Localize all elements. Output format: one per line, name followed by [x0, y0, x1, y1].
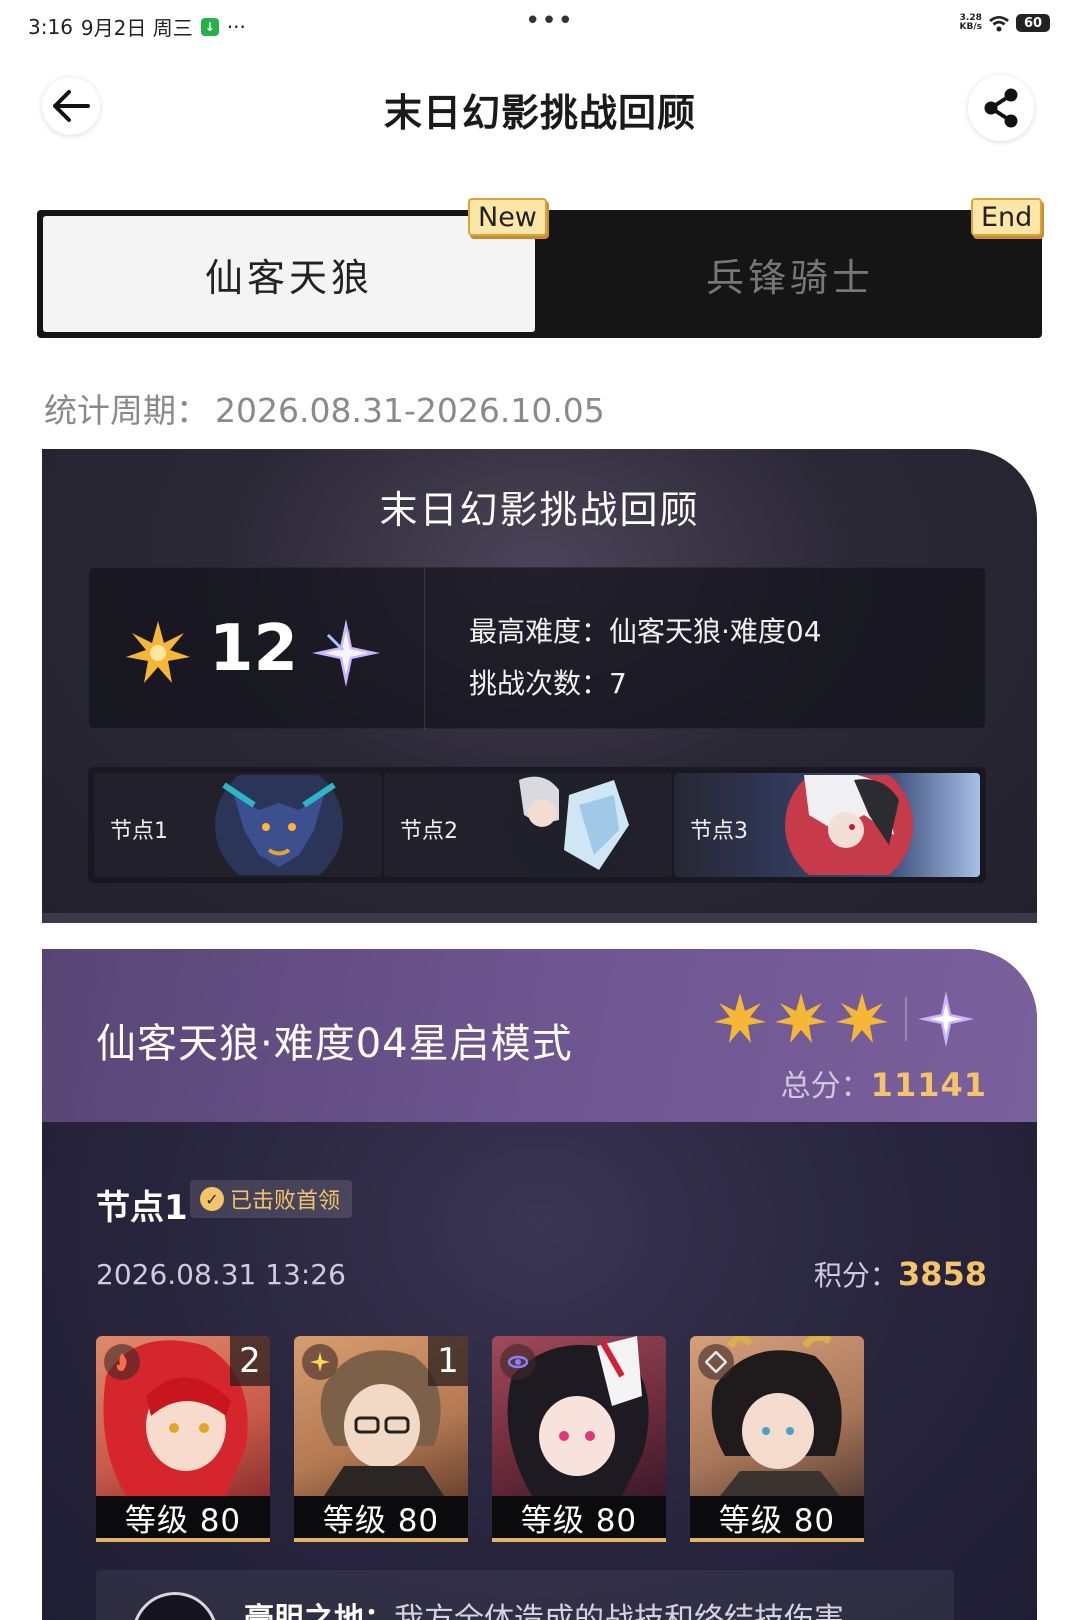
- max-difficulty-label: 最高难度：: [469, 615, 610, 648]
- eidolon-level: 2: [230, 1336, 270, 1386]
- tab-label: 兵锋骑士: [705, 255, 874, 300]
- new-badge: New: [468, 198, 547, 236]
- star-rating: [714, 991, 974, 1047]
- detail-header: 仙客天狼·难度04星启模式 总分：11141: [42, 949, 1037, 1122]
- detail-title: 仙客天狼·难度04星启模式: [96, 1021, 573, 1067]
- node-2-card[interactable]: 节点2: [384, 773, 672, 877]
- tab-bingfeng-qishi[interactable]: 兵锋骑士: [545, 216, 1035, 332]
- buff-text: 豪胆之地：我方全体造成的战技和终结技伤害: [244, 1594, 844, 1620]
- buff-desc: 我方全体造成的战技和终结技伤害: [394, 1602, 844, 1620]
- node-score-label: 积分：: [813, 1259, 898, 1292]
- character-level: 等级 80: [294, 1496, 468, 1539]
- status-date: 9月2日 周三: [80, 16, 193, 40]
- tab-label: 仙客天狼: [204, 255, 373, 300]
- character-card[interactable]: 2 等级 80: [96, 1336, 270, 1542]
- stars-count: 12: [209, 612, 299, 686]
- period-value: 2026.08.31-2026.10.05: [215, 391, 605, 430]
- stats-box: 12 最高难度：仙客天狼·难度04 挑战次数：7: [88, 567, 986, 730]
- status-bar: 3:16 9月2日 周三 ↓ ··· ••• 3.28 KB/s 60: [0, 0, 1080, 50]
- buff-name: 豪胆之地：: [244, 1602, 394, 1620]
- summary-card: 末日幻影挑战回顾 12 最高难度：仙客天狼·难度04 挑战次数：7 节点1 节点…: [42, 449, 1037, 923]
- crystal-star-icon: [312, 619, 380, 687]
- total-score: 总分：11141: [781, 1061, 987, 1105]
- node-title: 节点1: [96, 1188, 188, 1228]
- net-speed-unit: KB/s: [959, 22, 982, 32]
- wifi-icon: [989, 16, 1009, 32]
- node-label: 节点3: [690, 819, 748, 844]
- status-more: ···: [226, 14, 246, 39]
- battery-indicator: 60: [1016, 14, 1050, 32]
- node-score-value: 3858: [897, 1255, 987, 1293]
- node-label: 节点2: [400, 819, 458, 844]
- character-level: 等级 80: [690, 1496, 864, 1539]
- end-badge: End: [971, 198, 1043, 236]
- node-label: 节点1: [110, 819, 168, 844]
- character-card[interactable]: 等级 80: [690, 1336, 864, 1542]
- buff-icon: [132, 1592, 218, 1620]
- detail-card: 仙客天狼·难度04星启模式 总分：11141 节点1 ✓ 已击败首领 2026.…: [42, 949, 1037, 1620]
- character-portrait: 2: [96, 1336, 270, 1496]
- boss-defeated-tag: ✓ 已击败首领: [190, 1180, 353, 1218]
- character-level: 等级 80: [96, 1496, 270, 1539]
- share-icon: [984, 88, 1018, 128]
- total-score-value: 11141: [870, 1066, 987, 1104]
- character-portrait: [690, 1336, 864, 1496]
- character-level: 等级 80: [492, 1496, 666, 1539]
- status-left: 3:16 9月2日 周三 ↓ ···: [28, 12, 246, 41]
- character-portrait: [492, 1336, 666, 1496]
- node-1-card[interactable]: 节点1: [94, 773, 382, 877]
- download-icon: ↓: [200, 17, 219, 36]
- crystal-star-icon: [918, 991, 974, 1047]
- fire-element-icon: [104, 1344, 140, 1380]
- status-right: 3.28 KB/s 60: [960, 14, 1050, 32]
- summary-title: 末日幻影挑战回顾: [379, 488, 700, 532]
- status-time: 3:16: [28, 14, 73, 39]
- character-card[interactable]: 1 等级 80: [294, 1336, 468, 1542]
- period-label: 统计周期：: [44, 391, 209, 430]
- attempts-label: 挑战次数：: [469, 667, 610, 700]
- share-button[interactable]: [968, 75, 1034, 141]
- rarity-bar: [492, 1538, 666, 1542]
- nodes-box: 节点1 节点2 节点3: [88, 767, 986, 883]
- boss-avatar-1: [215, 775, 343, 875]
- tab-xianke-tianlang[interactable]: 仙客天狼: [43, 216, 535, 332]
- imaginary-element-icon: [302, 1344, 338, 1380]
- character-lineup: 2 等级 80 1 等级 80 等级 80 等级 80: [96, 1336, 996, 1542]
- boss-avatar-2: [505, 775, 633, 875]
- defeated-label: 已击败首领: [230, 1189, 341, 1214]
- attempts-row: 挑战次数：7: [469, 658, 822, 710]
- gold-star-icon: [126, 621, 190, 683]
- check-icon: ✓: [200, 1187, 224, 1211]
- quantum-element-icon: [500, 1344, 536, 1380]
- mode-tabs: 仙客天狼 兵锋骑士 New End: [37, 198, 1043, 338]
- rarity-bar: [690, 1538, 864, 1542]
- total-score-label: 总分：: [780, 1069, 871, 1104]
- net-speed: 3.28 KB/s: [960, 14, 982, 32]
- window-menu-icon[interactable]: •••: [525, 6, 574, 36]
- gold-star-icon: [836, 993, 888, 1043]
- max-difficulty-row: 最高难度：仙客天狼·难度04: [469, 606, 822, 658]
- eidolon-level: 1: [428, 1336, 468, 1386]
- rarity-bar: [96, 1538, 270, 1542]
- node-score: 积分：3858: [814, 1254, 987, 1294]
- attempts-value: 7: [609, 667, 627, 700]
- max-difficulty-value: 仙客天狼·难度04: [609, 615, 822, 648]
- character-portrait: 1: [294, 1336, 468, 1496]
- character-card[interactable]: 等级 80: [492, 1336, 666, 1542]
- buff-description: 豪胆之地：我方全体造成的战技和终结技伤害: [96, 1570, 954, 1620]
- challenge-info: 最高难度：仙客天狼·难度04 挑战次数：7: [469, 606, 822, 710]
- stat-period: 统计周期： 2026.08.31-2026.10.05: [44, 384, 605, 432]
- node-3-card[interactable]: 节点3: [674, 773, 980, 877]
- boss-avatar-3: [785, 775, 913, 875]
- page-title: 末日幻影挑战回顾: [383, 91, 696, 135]
- node-detail: 节点1 ✓ 已击败首领 2026.08.31 13:26 积分：3858 2 等…: [42, 1122, 1037, 1620]
- rarity-bar: [294, 1538, 468, 1542]
- gold-star-icon: [775, 993, 827, 1043]
- stars-summary: 12: [89, 568, 425, 730]
- gold-star-icon: [714, 993, 766, 1043]
- physical-element-icon: [698, 1344, 734, 1380]
- node-time: 2026.08.31 13:26: [96, 1258, 346, 1291]
